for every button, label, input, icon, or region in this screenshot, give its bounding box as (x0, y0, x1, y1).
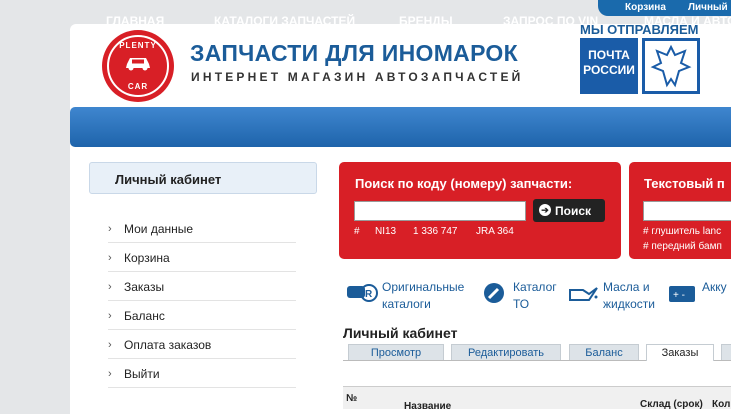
tab-orders[interactable]: Заказы (646, 344, 714, 361)
chevron-right-icon: › (108, 281, 112, 293)
nav-catalogs[interactable]: КАТАЛОГИ ЗАПЧАСТЕЙ (214, 14, 355, 28)
russian-post-logo: ПОЧТА РОССИИ (580, 38, 638, 94)
chevron-right-icon: › (108, 252, 112, 264)
logo[interactable]: PLENTY CAR (102, 30, 174, 102)
account-title: Личный кабинет (343, 325, 458, 341)
sidebar-item-label: Мои данные (124, 222, 194, 236)
chevron-right-icon: › (108, 310, 112, 322)
chevron-right-icon: › (108, 368, 112, 380)
eagle-icon (650, 44, 692, 88)
tab-balance[interactable]: Баланс (569, 344, 639, 360)
chevron-right-icon: › (108, 223, 112, 235)
code-search-title: Поиск по коду (номеру) запчасти: (355, 176, 573, 191)
wrench-icon[interactable] (480, 280, 512, 306)
arrow-right-icon: ➔ (539, 204, 551, 216)
search-button[interactable]: ➔ Поиск (533, 199, 605, 222)
category-line1: Оригинальные (382, 280, 465, 294)
sidebar-item-orders[interactable]: › Заказы (108, 272, 296, 301)
post-line2: РОССИИ (583, 63, 635, 77)
category-line1: Каталог (513, 280, 557, 294)
site-title: ЗАПЧАСТИ ДЛЯ ИНОМАРОК (190, 40, 518, 66)
car-icon (126, 58, 150, 71)
category-original-catalogs[interactable]: Оригинальные каталоги (382, 279, 464, 313)
sidebar-item-payment[interactable]: › Оплата заказов (108, 330, 296, 359)
nav-brands[interactable]: БРЕНДЫ (399, 14, 453, 28)
logo-bottom-text: CAR (127, 82, 149, 91)
col-warehouse: Склад (срок) (640, 399, 703, 410)
nav-oils[interactable]: МАСЛА И АВТОХ (644, 14, 731, 28)
oil-can-icon[interactable] (567, 280, 599, 306)
site-subtitle: ИНТЕРНЕТ МАГАЗИН АВТОЗАПЧАСТЕЙ (191, 70, 524, 84)
sidebar-item-label: Корзина (124, 251, 170, 265)
code-search-input[interactable] (354, 201, 526, 221)
example-link[interactable]: JRA 364 (476, 226, 514, 237)
sidebar-title: Личный кабинет (115, 172, 222, 187)
sidebar-item-label: Баланс (124, 309, 165, 323)
category-maintenance[interactable]: Каталог ТО (513, 279, 557, 313)
sidebar-item-balance[interactable]: › Баланс (108, 301, 296, 330)
category-line1: Масла и (603, 280, 650, 294)
search-button-label: Поиск (555, 204, 592, 218)
category-line2: жидкости (603, 297, 655, 311)
example-link[interactable]: NI13 (375, 226, 396, 237)
category-batteries[interactable]: Акку (702, 279, 727, 296)
sidebar-item-cart[interactable]: › Корзина (108, 243, 296, 272)
example-link[interactable]: # глушитель lanc (643, 226, 721, 237)
sidebar-item-logout[interactable]: › Выйти (108, 359, 296, 388)
svg-text:R: R (365, 289, 373, 300)
example-hash: # (354, 226, 360, 237)
tab-more[interactable] (721, 344, 731, 360)
main-nav (70, 107, 731, 147)
text-search-title: Текстовый п (644, 176, 725, 191)
account-link[interactable]: Личный (688, 2, 728, 13)
svg-text:+ -: + - (673, 290, 685, 301)
col-name: Название (404, 401, 452, 412)
logo-top-text: PLENTY (119, 41, 157, 50)
sidebar-item-label: Оплата заказов (124, 338, 212, 352)
sidebar-item-my-data[interactable]: › Мои данные (108, 214, 296, 243)
example-link[interactable]: 1 336 747 (413, 226, 458, 237)
text-search-input[interactable] (643, 201, 731, 221)
tab-edit[interactable]: Редактировать (451, 344, 561, 360)
category-line1: Акку (702, 280, 727, 294)
category-oils[interactable]: Масла и жидкости (603, 279, 655, 313)
category-line2: ТО (513, 297, 530, 311)
chevron-right-icon: › (108, 339, 112, 351)
nav-home[interactable]: ГЛАВНАЯ (106, 14, 164, 28)
sidebar-header: Личный кабинет (89, 162, 317, 194)
eagle-emblem-icon (642, 38, 700, 94)
col-quantity: Кол (712, 399, 731, 410)
cart-link[interactable]: Корзина (625, 2, 666, 13)
post-line1: ПОЧТА (588, 48, 630, 62)
example-link[interactable]: # передний бамп (643, 241, 722, 252)
sidebar-item-label: Заказы (124, 280, 165, 294)
col-number: № (346, 393, 358, 404)
nav-vin-request[interactable]: ЗАПРОС ПО VIN (503, 14, 598, 28)
battery-icon[interactable]: + - (667, 280, 699, 306)
original-catalogs-icon[interactable]: R (346, 280, 378, 306)
sidebar-item-label: Выйти (124, 367, 160, 381)
tab-view[interactable]: Просмотр (348, 344, 444, 360)
category-line2: каталоги (382, 297, 431, 311)
